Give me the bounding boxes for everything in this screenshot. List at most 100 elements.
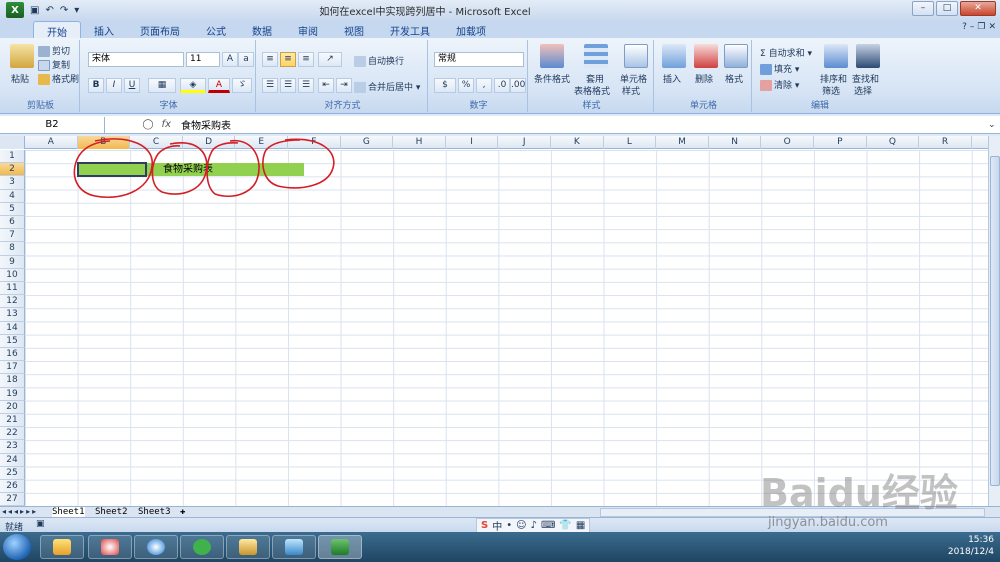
increase-decimal-button[interactable]: .0 [494, 78, 510, 93]
insert-cells-button[interactable]: 插入 [663, 72, 681, 85]
conditional-format-icon[interactable] [540, 44, 564, 68]
worksheet-grid[interactable]: ABCDEFGHIJKLMNOPQR 食物采购表 1 2 3 4 5 6 7 8 9 10 11 12… [0, 136, 988, 506]
table-format-icon[interactable] [584, 44, 608, 68]
taskbar-app[interactable] [272, 535, 316, 559]
insert-function-button[interactable]: fx [162, 119, 171, 130]
align-left-button[interactable]: ☰ [262, 78, 278, 93]
workbook-restore-icon[interactable]: ❐ [977, 22, 985, 32]
phonetic-button[interactable]: ゞ [232, 78, 252, 93]
name-box[interactable]: B2 [0, 116, 105, 133]
excel-logo-icon[interactable]: X [6, 2, 24, 18]
decrease-decimal-button[interactable]: .00 [510, 78, 526, 93]
ime-toolbar[interactable]: S 中 • ☺ ♪ ⌨ 👕 ▦ [476, 518, 591, 533]
taskbar-wechat[interactable] [180, 535, 224, 559]
row-header-9[interactable]: 9 [0, 255, 25, 269]
sheet-nav-arrows[interactable]: ◂◂◂▸▸▸ [2, 507, 38, 516]
save-icon[interactable]: ▣ [30, 5, 39, 16]
tab-review[interactable]: 审阅 [285, 21, 331, 38]
align-middle-button[interactable]: ≡ [280, 52, 296, 67]
delete-cells-button[interactable]: 删除 [695, 72, 713, 85]
row-header-8[interactable]: 8 [0, 242, 25, 256]
grow-font-button[interactable]: A [222, 52, 238, 67]
increase-indent-button[interactable]: ⇥ [336, 78, 352, 93]
fill-color-button[interactable]: ◈ [180, 78, 206, 93]
row-header-26[interactable]: 26 [0, 480, 25, 494]
row-header-25[interactable]: 25 [0, 466, 25, 480]
help-icon[interactable]: ? [962, 22, 967, 32]
tab-insert[interactable]: 插入 [81, 21, 127, 38]
row-header-13[interactable]: 13 [0, 308, 25, 322]
underline-button[interactable]: U [124, 78, 140, 93]
merge-center-button[interactable]: 合并后居中 ▾ [354, 80, 420, 93]
formula-input[interactable]: 食物采购表 [175, 117, 988, 132]
maximize-button[interactable]: □ [936, 1, 958, 16]
ime-keyboard-icon[interactable]: ⌨ [541, 520, 555, 531]
row-header-1[interactable]: 1 [0, 150, 25, 164]
tab-data[interactable]: 数据 [239, 21, 285, 38]
row-header-15[interactable]: 15 [0, 334, 25, 348]
copy-button[interactable]: 复制 [38, 58, 70, 71]
tab-view[interactable]: 视图 [331, 21, 377, 38]
row-header-10[interactable]: 10 [0, 268, 25, 282]
conditional-format-button[interactable]: 条件格式 [534, 72, 570, 85]
font-color-button[interactable]: A [208, 78, 230, 93]
row-header-17[interactable]: 17 [0, 361, 25, 375]
row-header-27[interactable]: 27 [0, 493, 25, 506]
row-header-14[interactable]: 14 [0, 321, 25, 335]
format-cells-icon[interactable] [724, 44, 748, 68]
row-header-21[interactable]: 21 [0, 414, 25, 428]
format-painter-button[interactable]: 格式刷 [38, 72, 79, 85]
find-select-button-line2[interactable]: 选择 [854, 84, 872, 97]
row-header-20[interactable]: 20 [0, 400, 25, 414]
tab-formulas[interactable]: 公式 [193, 21, 239, 38]
workbook-close-icon[interactable]: ✕ [988, 22, 996, 32]
macro-record-icon[interactable]: ▣ [36, 519, 45, 529]
expand-formula-icon[interactable]: ⌄ [988, 120, 1000, 130]
row-header-7[interactable]: 7 [0, 229, 25, 243]
font-size-select[interactable]: 11 [186, 52, 220, 67]
align-center-button[interactable]: ☰ [280, 78, 296, 93]
align-bottom-button[interactable]: ≡ [298, 52, 314, 67]
cut-button[interactable]: 剪切 [38, 44, 70, 57]
taskbar-files[interactable] [226, 535, 270, 559]
tab-home[interactable]: 开始 [33, 21, 81, 39]
shrink-font-button[interactable]: a [238, 52, 254, 67]
tab-page-layout[interactable]: 页面布局 [127, 21, 193, 38]
orientation-button[interactable]: ↗ [318, 52, 342, 67]
close-button[interactable]: ✕ [960, 1, 996, 16]
currency-button[interactable]: $ [434, 78, 456, 93]
insert-cells-icon[interactable] [662, 44, 686, 68]
ime-mode-label[interactable]: 中 [492, 518, 502, 533]
vertical-scrollbar[interactable] [988, 136, 1000, 506]
row-header-19[interactable]: 19 [0, 387, 25, 401]
comma-button[interactable]: , [476, 78, 492, 93]
align-top-button[interactable]: ≡ [262, 52, 278, 67]
bold-button[interactable]: B [88, 78, 104, 93]
minimize-button[interactable]: – [912, 1, 934, 16]
namebox-dropdown-icon[interactable]: ◯ [142, 119, 153, 130]
row-header-11[interactable]: 11 [0, 282, 25, 296]
clock-time[interactable]: 15:36 [948, 534, 994, 546]
ime-punct-icon[interactable]: • [506, 520, 512, 531]
paste-button[interactable]: 粘贴 [11, 72, 29, 85]
binoculars-icon[interactable] [856, 44, 880, 68]
ime-voice-icon[interactable]: ♪ [531, 520, 537, 531]
vertical-scroll-thumb[interactable] [990, 156, 1000, 486]
delete-cells-icon[interactable] [694, 44, 718, 68]
taskbar-paint[interactable] [88, 535, 132, 559]
sort-filter-icon[interactable] [824, 44, 848, 68]
ime-skin-icon[interactable]: 👕 [559, 520, 571, 531]
cell-style-icon[interactable] [624, 44, 648, 68]
sogou-ime-icon[interactable]: S [481, 520, 488, 531]
row-header-16[interactable]: 16 [0, 348, 25, 362]
tab-developer[interactable]: 开发工具 [377, 21, 443, 38]
row-header-3[interactable]: 3 [0, 176, 25, 190]
row-header-23[interactable]: 23 [0, 440, 25, 454]
start-button[interactable] [3, 534, 31, 560]
border-button[interactable]: ▦ [148, 78, 176, 93]
font-name-select[interactable]: 宋体 [88, 52, 184, 67]
ime-emoji-icon[interactable]: ☺ [516, 520, 526, 531]
row-header-5[interactable]: 5 [0, 202, 25, 216]
italic-button[interactable]: I [106, 78, 122, 93]
row-header-24[interactable]: 24 [0, 453, 25, 467]
